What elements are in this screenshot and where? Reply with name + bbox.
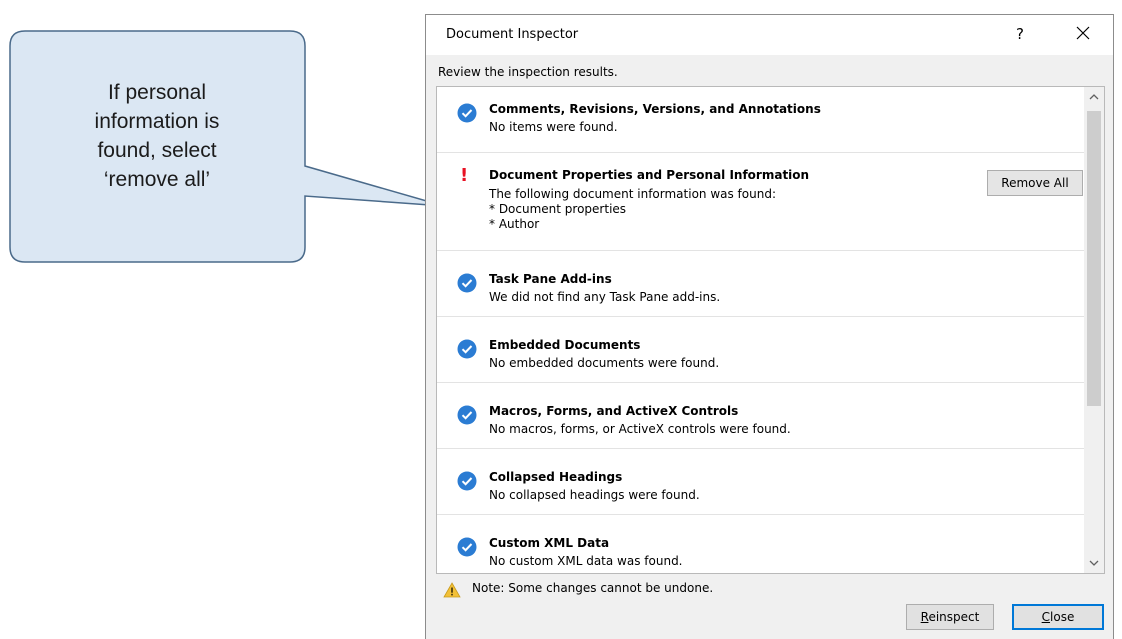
detail-line: No macros, forms, or ActiveX controls we…	[489, 422, 791, 436]
title-bar: Document Inspector ?	[426, 15, 1113, 55]
reinspect-label: einspect	[928, 610, 980, 624]
section-details: No custom XML data was found.	[489, 554, 683, 569]
checkmark-icon	[457, 273, 477, 293]
result-section-comments: Comments, Revisions, Versions, and Annot…	[437, 87, 1084, 153]
section-heading: Embedded Documents	[489, 338, 641, 352]
section-details: The following document information was f…	[489, 187, 776, 232]
detail-line: * Author	[489, 217, 540, 231]
detail-line: No collapsed headings were found.	[489, 488, 700, 502]
section-details: No macros, forms, or ActiveX controls we…	[489, 422, 791, 437]
warning-icon	[443, 582, 461, 598]
detail-line: The following document information was f…	[489, 187, 776, 201]
callout-text: If personal information is found, select…	[88, 78, 226, 194]
checkmark-icon	[457, 537, 477, 557]
vertical-scrollbar[interactable]	[1084, 87, 1104, 573]
section-details: No items were found.	[489, 120, 618, 135]
callout-line: found, select	[97, 139, 217, 162]
section-details: No collapsed headings were found.	[489, 488, 700, 503]
instructions-text: Review the inspection results.	[438, 65, 618, 79]
section-heading: Document Properties and Personal Informa…	[489, 168, 810, 182]
note-text: Note: Some changes cannot be undone.	[472, 581, 714, 595]
checkmark-icon	[457, 405, 477, 425]
document-inspector-dialog: Document Inspector ? Review the inspecti…	[425, 14, 1114, 639]
help-button[interactable]: ?	[1000, 19, 1040, 49]
section-heading: Custom XML Data	[489, 536, 610, 550]
detail-line: No custom XML data was found.	[489, 554, 683, 568]
callout-shape	[9, 30, 445, 263]
detail-line: * Document properties	[489, 202, 627, 216]
callout-line: If personal	[107, 81, 207, 104]
checkmark-icon	[457, 471, 477, 491]
result-section-macros: Macros, Forms, and ActiveX Controls No m…	[437, 383, 1084, 449]
detail-line: No embedded documents were found.	[489, 356, 720, 370]
section-heading: Macros, Forms, and ActiveX Controls	[489, 404, 739, 418]
close-button[interactable]: Close	[1012, 604, 1104, 630]
close-window-button[interactable]	[1061, 19, 1105, 49]
close-mnemonic: C	[1041, 610, 1051, 624]
checkmark-icon	[457, 103, 477, 123]
close-icon	[1076, 26, 1090, 40]
section-details: No embedded documents were found.	[489, 356, 719, 371]
detail-line: We did not find any Task Pane add-ins.	[489, 290, 721, 304]
dialog-title: Document Inspector	[446, 27, 579, 42]
result-section-document-properties: ! Document Properties and Personal Infor…	[437, 153, 1084, 251]
section-heading: Comments, Revisions, Versions, and Annot…	[489, 102, 821, 116]
callout-line: information is	[94, 110, 220, 133]
exclamation-icon: !	[460, 165, 469, 186]
scroll-up-icon[interactable]	[1084, 87, 1104, 107]
result-section-collapsed-headings: Collapsed Headings No collapsed headings…	[437, 449, 1084, 515]
result-section-embedded-documents: Embedded Documents No embedded documents…	[437, 317, 1084, 383]
section-details: We did not find any Task Pane add-ins.	[489, 290, 720, 305]
close-label: lose	[1050, 610, 1075, 624]
scroll-down-icon[interactable]	[1084, 553, 1104, 573]
section-heading: Task Pane Add-ins	[489, 272, 612, 286]
reinspect-button[interactable]: Reinspect	[906, 604, 994, 630]
callout-line: ‘remove all’	[103, 168, 211, 191]
result-section-custom-xml: Custom XML Data No custom XML data was f…	[437, 515, 1084, 573]
inspection-results-list: Comments, Revisions, Versions, and Annot…	[436, 86, 1105, 574]
scrollbar-thumb[interactable]	[1087, 111, 1101, 406]
result-section-task-pane-addins: Task Pane Add-ins We did not find any Ta…	[437, 251, 1084, 317]
detail-line: No items were found.	[489, 120, 618, 134]
section-heading: Collapsed Headings	[489, 470, 623, 484]
remove-all-button[interactable]: Remove All	[987, 170, 1083, 196]
checkmark-icon	[457, 339, 477, 359]
